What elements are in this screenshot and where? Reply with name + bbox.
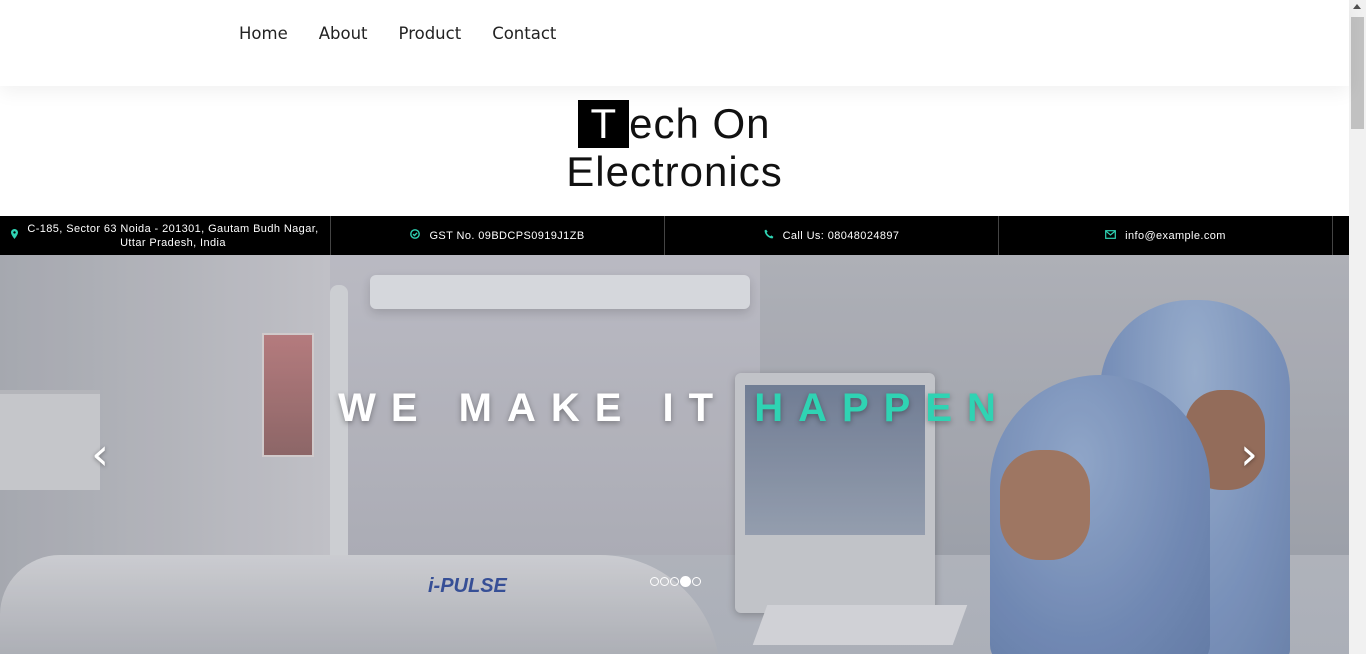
scroll-thumb[interactable]	[1351, 17, 1364, 129]
brand-line-1-rest: ech On	[629, 100, 771, 147]
map-marker-icon	[11, 228, 19, 243]
main-nav: Home About Product Contact	[239, 24, 587, 44]
nav-contact-link[interactable]: Contact	[492, 24, 556, 44]
info-address: C-185, Sector 63 Noida - 201301, Gautam …	[0, 216, 331, 255]
chevron-right-icon: ›	[1240, 429, 1258, 480]
email-text[interactable]: info@example.com	[1125, 229, 1226, 243]
brand-first-letter: T	[578, 100, 630, 148]
carousel-next-button[interactable]: ›	[1229, 433, 1269, 477]
envelope-icon	[1105, 229, 1117, 243]
info-email: info@example.com	[999, 216, 1333, 255]
scroll-up-icon[interactable]	[1353, 4, 1361, 9]
brand-logo[interactable]: Tech On Electronics	[0, 100, 1349, 196]
address-line-2: Uttar Pradesh, India	[120, 236, 226, 249]
gst-text: GST No. 09BDCPS0919J1ZB	[429, 229, 585, 242]
carousel-dot-active[interactable]	[680, 576, 691, 587]
phone-icon	[764, 229, 774, 243]
hero-title: WE MAKE IT HAPPEN	[0, 385, 1349, 431]
nav-about-link[interactable]: About	[319, 24, 368, 44]
info-phone: Call Us: 08048024897	[665, 216, 999, 255]
carousel-prev-button[interactable]: ‹	[80, 433, 120, 477]
info-gst: GST No. 09BDCPS0919J1ZB	[331, 216, 665, 255]
carousel-dot[interactable]	[670, 577, 679, 586]
check-circle-icon	[410, 228, 421, 243]
brand-line-2: Electronics	[566, 148, 783, 195]
nav-home-link[interactable]: Home	[239, 24, 288, 44]
carousel-indicators	[650, 576, 701, 587]
hero-title-plain: WE MAKE IT	[338, 386, 755, 430]
navbar: Home About Product Contact	[0, 0, 1349, 86]
phone-text[interactable]: Call Us: 08048024897	[783, 229, 900, 243]
nav-product-link[interactable]: Product	[399, 24, 462, 44]
vertical-scrollbar[interactable]	[1349, 0, 1366, 654]
info-bar: C-185, Sector 63 Noida - 201301, Gautam …	[0, 216, 1349, 255]
hero-background-image: i-PULSE	[0, 255, 1349, 654]
address-line-1: C-185, Sector 63 Noida - 201301, Gautam …	[27, 222, 319, 235]
carousel-dot[interactable]	[660, 577, 669, 586]
hero-carousel: i-PULSE WE MAKE IT HAPPEN ‹ ›	[0, 255, 1349, 654]
carousel-dot[interactable]	[692, 577, 701, 586]
hero-title-accent: HAPPEN	[754, 386, 1011, 430]
brand-line-1: Tech On	[578, 100, 770, 148]
carousel-dot[interactable]	[650, 577, 659, 586]
chevron-left-icon: ‹	[91, 429, 109, 480]
address-text: C-185, Sector 63 Noida - 201301, Gautam …	[27, 222, 318, 250]
